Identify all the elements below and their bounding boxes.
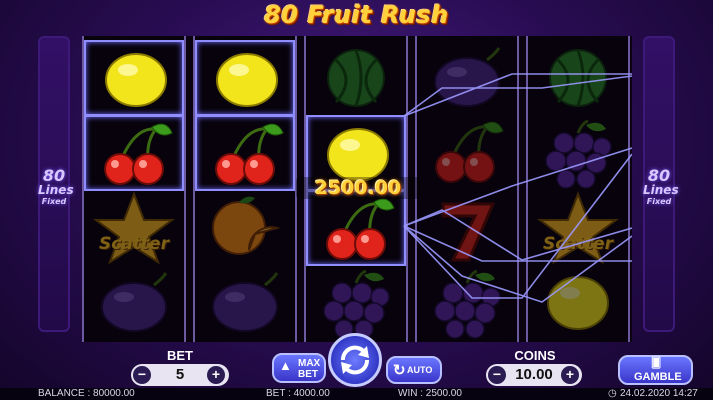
game-title: 80 Fruit Rush [264, 1, 449, 29]
arrow-up-icon: ▲ [279, 358, 292, 373]
clock-icon: ◷ [608, 388, 617, 399]
right-lines-panel: 80 Lines Fixed [643, 36, 679, 332]
total-bet-text: BET : 4000.00 [266, 388, 330, 399]
coins-increase-button[interactable]: + [561, 366, 579, 384]
auto-loop-icon: ↻ [393, 362, 406, 379]
spin-arrows-icon [340, 345, 370, 375]
bet-stepper: − 5 + [131, 364, 229, 386]
payline [403, 75, 632, 117]
auto-spin-button[interactable]: ↻ AUTO [386, 356, 442, 384]
spin-button[interactable] [328, 333, 382, 387]
coins-stepper: − 10.00 + [486, 364, 582, 386]
gamble-label: GAMBLE [634, 371, 682, 383]
payline [403, 153, 632, 299]
lines-fixed: Fixed [41, 197, 67, 206]
auto-label: AUTO [407, 365, 433, 375]
win-text: WIN : 2500.00 [398, 388, 462, 399]
balance-text: BALANCE : 80000.00 [38, 388, 135, 399]
left-lines-label: 80 Lines Fixed [38, 166, 74, 207]
bet-value: 5 [175, 366, 185, 383]
coins-decrease-button[interactable]: − [488, 366, 506, 384]
max-bet-button[interactable]: ▲ MAX BET [272, 353, 326, 383]
cards-icon: 🂠 [651, 358, 662, 369]
lines-count: 80 [42, 166, 66, 185]
gamble-button[interactable]: 🂠 GAMBLE [618, 355, 693, 385]
lines-fixed: Fixed [646, 197, 672, 206]
bet-increase-button[interactable]: + [207, 366, 225, 384]
payline [403, 209, 632, 261]
win-amount-display: 2500.00 [296, 177, 420, 199]
lines-count: 80 [647, 166, 671, 185]
max-bet-line2: BET [298, 369, 318, 380]
max-bet-line1: MAX [298, 358, 321, 369]
lines-word: Lines [38, 183, 74, 197]
coins-value: 10.00 [515, 366, 553, 383]
coins-label: COINS [514, 348, 556, 363]
lines-word: Lines [643, 183, 679, 197]
bet-label: BET [167, 348, 193, 363]
right-lines-label: 80 Lines Fixed [643, 166, 679, 207]
payline [403, 147, 632, 227]
bet-decrease-button[interactable]: − [133, 366, 151, 384]
status-bar: BALANCE : 80000.00 BET : 4000.00 WIN : 2… [0, 388, 713, 400]
left-lines-panel: 80 Lines Fixed [38, 36, 74, 332]
datetime-text: 24.02.2020 14:27 [620, 388, 698, 399]
